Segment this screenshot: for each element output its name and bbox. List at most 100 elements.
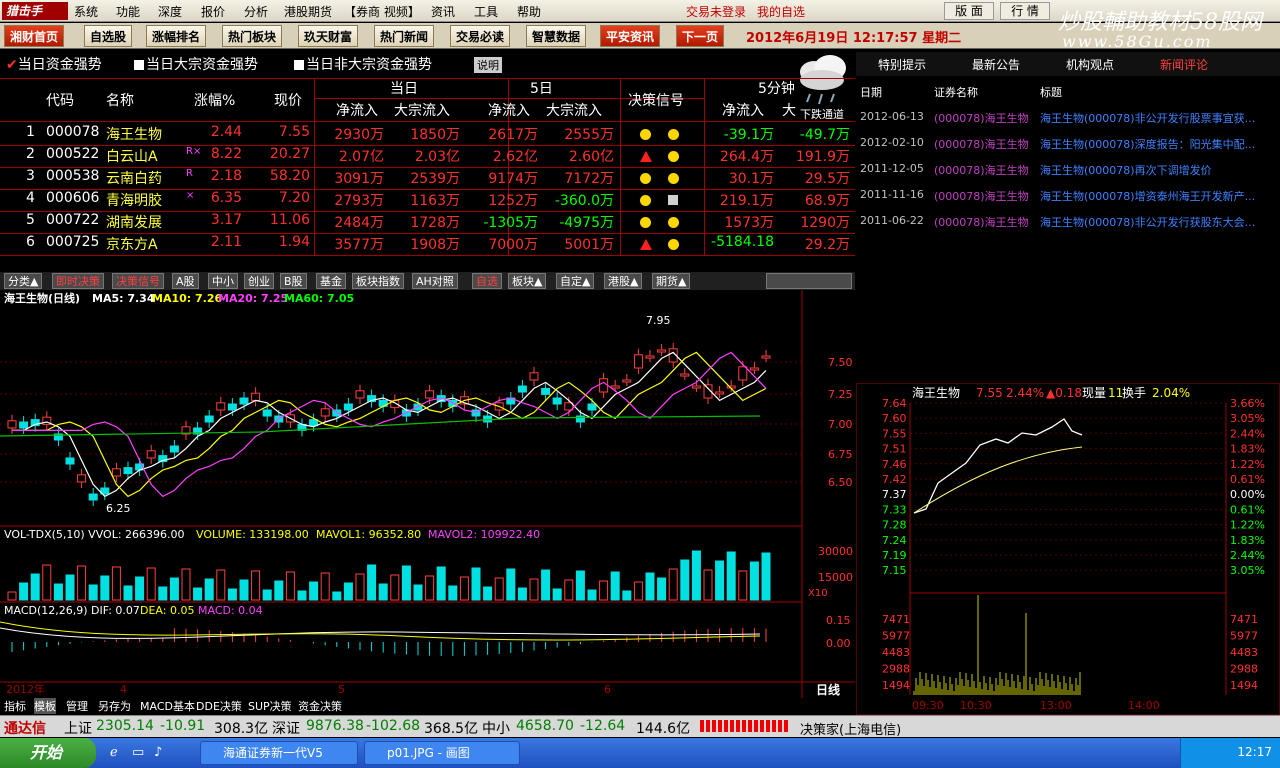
market-tab[interactable]: AH对照 — [412, 273, 458, 289]
min5-net-inflow: 264.4万 — [719, 149, 774, 165]
col-signal[interactable]: 决策信号 — [628, 90, 684, 110]
news-item[interactable]: 2011-06-22 (000078)海王生物 海王生物(000078)非公开发行获… — [856, 214, 1280, 234]
tab-scrollbar[interactable] — [766, 273, 852, 289]
nav-hot-sectors[interactable]: 热门板块 — [222, 25, 283, 47]
ie-icon[interactable]: ℯ — [110, 745, 118, 760]
nav-smart-data[interactable]: 智慧数据 — [526, 25, 587, 47]
tab-institution-view[interactable]: 机构观点 — [1066, 56, 1114, 73]
signal-dot-icon — [668, 217, 679, 228]
tab-news-comment[interactable]: 新闻评论 — [1160, 56, 1208, 73]
nav-next-page[interactable]: 下一页 — [676, 25, 725, 47]
market-tab[interactable]: 自定▲ — [556, 273, 595, 289]
task-paint[interactable]: p01.JPG - 画图 — [364, 741, 520, 765]
col-change-pct[interactable]: 涨幅% — [194, 90, 235, 110]
candle-body — [691, 385, 701, 389]
server-source[interactable]: 决策家(上海电信) — [800, 719, 901, 738]
indicator-tab[interactable]: 管理 — [66, 698, 88, 714]
menu-depth[interactable]: 深度 — [158, 3, 182, 20]
indicator-tab[interactable]: SUP决策 — [248, 698, 292, 714]
menu-broker-video[interactable]: 【券商 视频】 — [344, 3, 420, 20]
nav-trading-guide[interactable]: 交易必读 — [450, 25, 511, 47]
col-5min-block[interactable]: 大 — [782, 100, 796, 120]
indicator-tab[interactable]: MACD基本 — [140, 698, 195, 714]
tab-latest-announce[interactable]: 最新公告 — [972, 56, 1020, 73]
col-name[interactable]: 名称 — [106, 90, 134, 110]
menu-quote[interactable]: 报价 — [201, 3, 225, 20]
my-favorites-link[interactable]: 我的自选 — [757, 3, 805, 20]
mini-xtick: 13:00 — [1040, 699, 1072, 712]
tab-daily-fund-strong[interactable]: ✔当日资金强势 — [6, 54, 102, 74]
col-price[interactable]: 现价 — [274, 90, 302, 110]
candle-body — [622, 379, 632, 383]
min5-net-inflow: -5184.18 — [711, 234, 774, 250]
nav-hot-news[interactable]: 热门新闻 — [374, 25, 435, 47]
stock-name: 湖南发展 — [106, 215, 162, 231]
market-tab[interactable]: 自选 — [472, 273, 502, 289]
market-tab[interactable]: B股 — [280, 273, 307, 289]
explain-button[interactable]: 说明 — [474, 57, 502, 73]
col-today-block[interactable]: 大宗流入 — [394, 100, 450, 120]
news-item[interactable]: 2011-12-05 (000078)海王生物 海王生物(000078)再次下调增发… — [856, 162, 1280, 182]
menu-info[interactable]: 资讯 — [431, 3, 455, 20]
vol-mavol1: MAVOL1: 96352.80 — [316, 528, 421, 541]
news-item[interactable]: 2011-11-16 (000078)海王生物 海王生物(000078)增资泰州海王… — [856, 188, 1280, 208]
stock-name: 京东方A — [106, 237, 158, 253]
col-5d-block[interactable]: 大宗流入 — [546, 100, 602, 120]
intraday-chart[interactable]: 海王生物 7.55 2.44% ▲0.18 现量 11换手 2.04%7.64 3.66%7.… — [856, 383, 1280, 715]
quote-button[interactable]: 行 情 — [1000, 2, 1050, 20]
nav-gain-rank[interactable]: 涨幅排名 — [146, 25, 207, 47]
news-item[interactable]: 2012-02-10 (000078)海王生物 海王生物(000078)深度报告：阳… — [856, 136, 1280, 156]
market-tab[interactable]: 板块指数 — [352, 273, 404, 289]
sh-label: 上证 — [64, 721, 92, 737]
market-tab[interactable]: 港股▲ — [604, 273, 643, 289]
change-pct: 8.22 — [210, 146, 242, 162]
tab-daily-block-strong[interactable]: 当日大宗资金强势 — [134, 54, 258, 74]
checkbox-icon — [134, 60, 144, 70]
market-tab[interactable]: A股 — [172, 273, 199, 289]
col-today-net[interactable]: 净流入 — [336, 100, 378, 120]
menu-hk-futures[interactable]: 港股期货 — [284, 3, 332, 20]
menu-help[interactable]: 帮助 — [517, 3, 541, 20]
col-5d-net[interactable]: 净流入 — [488, 100, 530, 120]
tab-daily-nonblock-strong[interactable]: 当日非大宗资金强势 — [294, 54, 432, 74]
kline-chart[interactable]: 7.50 7.25 7.00 6.75 6.50 海王生物(日线) MA5: 7.34MA1… — [0, 290, 855, 715]
col-5min-net[interactable]: 净流入 — [722, 100, 764, 120]
market-tab[interactable]: 基金 — [316, 273, 346, 289]
task-haitong[interactable]: 海通证券新一代V5 — [200, 741, 358, 765]
desktop-icon[interactable]: ▭ — [132, 745, 144, 760]
volume-bar — [135, 576, 145, 601]
mini-ytick-right: 0.61% — [1230, 503, 1265, 516]
nav-watchlist[interactable]: 自选股 — [84, 25, 133, 47]
indicator-tab[interactable]: DDE决策 — [196, 698, 242, 714]
col-code[interactable]: 代码 — [46, 90, 74, 110]
media-icon[interactable]: ♪ — [154, 745, 162, 760]
tab-special-tips[interactable]: 特别提示 — [878, 56, 926, 73]
news-item[interactable]: 2012-06-13 (000078)海王生物 海王生物(000078)非公开发行股… — [856, 110, 1280, 130]
nav-xiangcai-home[interactable]: 湘财首页 — [4, 25, 65, 47]
mini-ytick-right: 0.00% — [1230, 488, 1265, 501]
login-status[interactable]: 交易未登录 — [686, 3, 746, 20]
menu-analysis[interactable]: 分析 — [244, 3, 268, 20]
indicator-tab[interactable]: 模板 — [34, 698, 56, 714]
menu-tools[interactable]: 工具 — [474, 3, 498, 20]
layout-button[interactable]: 版 面 — [944, 2, 994, 20]
market-tab[interactable]: 即时决策 — [52, 273, 104, 289]
indicator-tab[interactable]: 资金决策 — [298, 698, 342, 714]
market-tab[interactable]: 决策信号 — [112, 273, 164, 289]
min5-net-inflow: 30.1万 — [728, 171, 774, 187]
market-tab[interactable]: 板块▲ — [508, 273, 547, 289]
menu-system[interactable]: 系统 — [74, 3, 98, 20]
volume-bar — [552, 588, 562, 601]
indicator-tab[interactable]: 另存为 — [98, 698, 131, 714]
nav-jiutian[interactable]: 玖天财富 — [298, 25, 359, 47]
market-tab[interactable]: 创业 — [244, 273, 274, 289]
market-tab[interactable]: 分类▲ — [4, 273, 43, 289]
start-button[interactable]: 开始 — [0, 738, 96, 768]
y-tick-label: 6.75 — [828, 448, 853, 461]
market-tab[interactable]: 期货▲ — [652, 273, 691, 289]
stock-name: 海王生物 — [106, 127, 162, 143]
nav-pingan-info[interactable]: 平安资讯 — [600, 25, 661, 47]
menu-function[interactable]: 功能 — [116, 3, 140, 20]
indicator-tab[interactable]: 指标 — [4, 698, 26, 714]
market-tab[interactable]: 中小 — [208, 273, 238, 289]
